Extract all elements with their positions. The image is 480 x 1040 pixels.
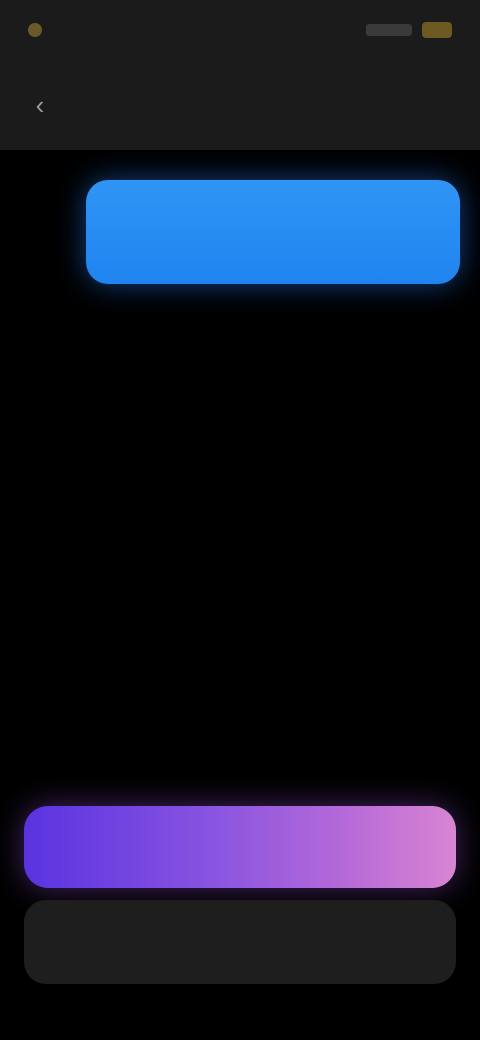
status-bar bbox=[0, 0, 480, 60]
notification-icon bbox=[28, 23, 42, 37]
status-right bbox=[366, 22, 452, 38]
outgoing-message-bubble[interactable] bbox=[86, 180, 460, 284]
primary-action-button[interactable] bbox=[24, 806, 456, 888]
status-left bbox=[28, 23, 52, 37]
battery-icon bbox=[422, 22, 452, 38]
secondary-action-button[interactable] bbox=[24, 900, 456, 984]
signal-icon bbox=[366, 24, 412, 36]
back-button[interactable]: ‹ bbox=[20, 85, 60, 125]
chevron-left-icon: ‹ bbox=[35, 89, 45, 120]
app-screen: ‹ bbox=[0, 0, 480, 1040]
header: ‹ bbox=[0, 60, 480, 150]
